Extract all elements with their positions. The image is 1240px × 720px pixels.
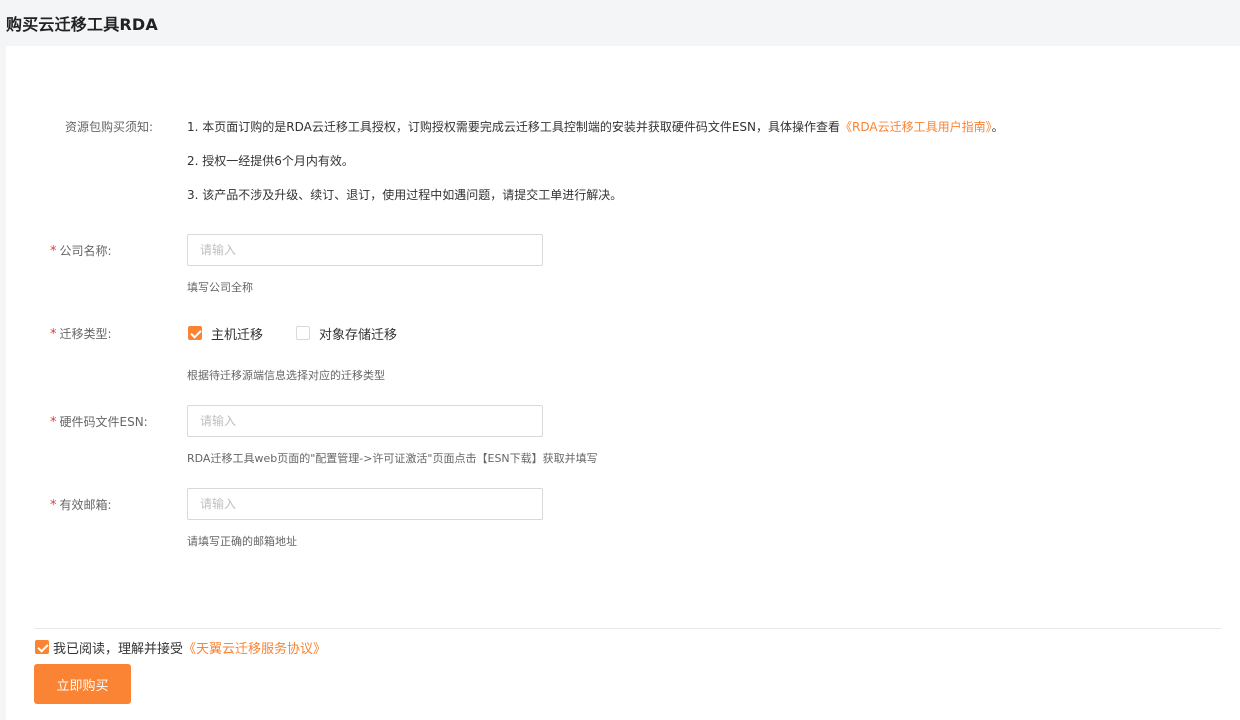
host-migration-checkbox[interactable]	[188, 326, 202, 340]
migration-type-label: * 迁移类型:	[50, 325, 170, 342]
buy-now-button[interactable]: 立即购买	[34, 664, 131, 704]
email-hint: 请填写正确的邮箱地址	[187, 535, 297, 548]
agreement-text: 我已阅读，理解并接受《天翼云迁移服务协议》	[53, 638, 326, 657]
company-name-hint: 填写公司全称	[187, 281, 253, 294]
notice-line-3: 3. 该产品不涉及升级、续订、退订，使用过程中如遇问题，请提交工单进行解决。	[187, 188, 623, 202]
notice-label: 资源包购买须知:	[65, 120, 154, 134]
footer-divider	[34, 628, 1221, 629]
esn-hint: RDA迁移工具web页面的"配置管理->许可证激活"页面点击【ESN下载】获取并…	[187, 452, 598, 465]
page-title: 购买云迁移工具RDA	[6, 15, 158, 34]
user-guide-link[interactable]: 《RDA云迁移工具用户指南》	[840, 120, 992, 134]
page-header: 购买云迁移工具RDA	[0, 0, 1240, 46]
notice-line-2: 2. 授权一经提供6个月内有效。	[187, 154, 354, 168]
esn-label-text: 硬件码文件ESN:	[59, 415, 148, 429]
required-mark: *	[50, 498, 57, 513]
service-agreement-link[interactable]: 《天翼云迁移服务协议》	[183, 642, 326, 657]
migration-type-hint: 根据待迁移源端信息选择对应的迁移类型	[187, 369, 385, 382]
required-mark: *	[50, 327, 57, 342]
host-migration-label: 主机迁移	[211, 328, 264, 343]
migration-type-label-text: 迁移类型:	[59, 327, 112, 341]
esn-label: * 硬件码文件ESN:	[50, 413, 170, 430]
company-name-label-text: 公司名称:	[59, 244, 112, 258]
notice-line-1-suffix: 。	[991, 120, 1004, 134]
required-mark: *	[50, 244, 57, 259]
required-mark: *	[50, 415, 57, 430]
form-panel: 资源包购买须知: 1. 本页面订购的是RDA云迁移工具授权，订购授权需要完成云迁…	[6, 46, 1240, 720]
email-label: * 有效邮箱:	[50, 496, 170, 513]
notice-line-1-text: 1. 本页面订购的是RDA云迁移工具授权，订购授权需要完成云迁移工具控制端的安装…	[187, 120, 841, 134]
agreement-text-label: 我已阅读，理解并接受	[53, 642, 184, 657]
email-input[interactable]	[187, 488, 543, 520]
notice-line-1: 1. 本页面订购的是RDA云迁移工具授权，订购授权需要完成云迁移工具控制端的安装…	[187, 118, 1004, 135]
esn-input[interactable]	[187, 405, 543, 437]
agree-checkbox[interactable]	[35, 640, 49, 654]
object-storage-migration-checkbox[interactable]	[296, 326, 310, 340]
company-name-label: * 公司名称:	[50, 242, 170, 259]
email-label-text: 有效邮箱:	[59, 498, 112, 512]
company-name-input[interactable]	[187, 234, 543, 266]
object-storage-migration-label: 对象存储迁移	[319, 328, 398, 343]
